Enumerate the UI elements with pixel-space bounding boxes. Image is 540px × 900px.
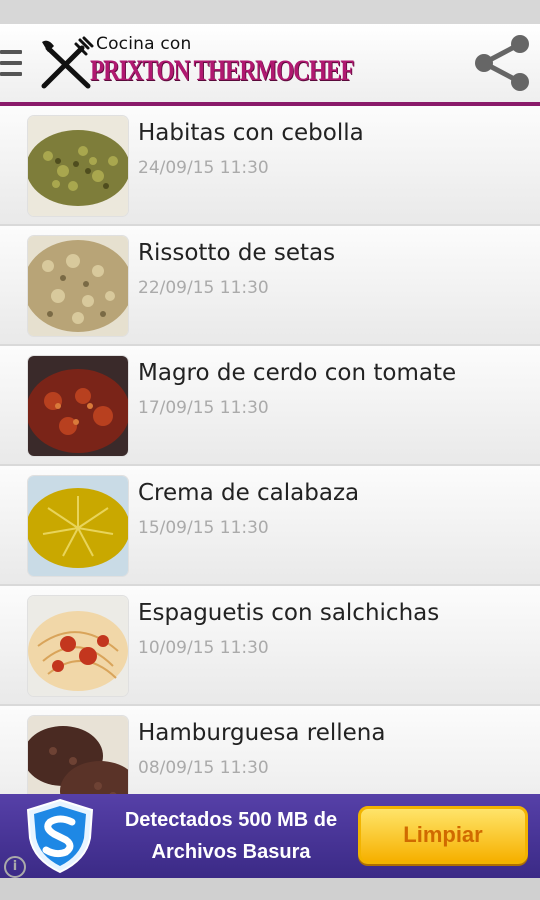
- recipe-title: Crema de calabaza: [138, 480, 360, 506]
- recipe-date: 24/09/15 11:30: [138, 158, 269, 178]
- recipe-date: 10/09/15 11:30: [138, 638, 269, 658]
- recipe-thumbnail: [28, 476, 128, 576]
- ad-message: Detectados 500 MB de Archivos Basura: [124, 809, 338, 863]
- recipe-row[interactable]: Hamburguesa rellena 08/09/15 11:30: [0, 706, 540, 794]
- recipe-title: Rissotto de setas: [138, 240, 336, 266]
- bottom-bar: [0, 878, 540, 900]
- recipe-title: Hamburguesa rellena: [138, 720, 386, 746]
- hamburger-menu-icon[interactable]: [0, 46, 24, 80]
- recipe-thumbnail: [28, 236, 128, 336]
- recipe-row[interactable]: Habitas con cebolla 24/09/15 11:30: [0, 106, 540, 226]
- recipe-thumbnail: [28, 596, 128, 696]
- recipe-date: 08/09/15 11:30: [138, 758, 269, 778]
- logo-line-2: PRIXTON THERMOCHEF: [90, 54, 355, 87]
- recipe-title: Espaguetis con salchichas: [138, 600, 440, 626]
- share-icon[interactable]: [470, 32, 532, 94]
- recipe-date: 17/09/15 11:30: [138, 398, 269, 418]
- shield-s-icon: [26, 798, 94, 874]
- status-bar: [0, 0, 540, 24]
- clean-button[interactable]: Limpiar: [358, 806, 528, 864]
- info-icon[interactable]: i: [4, 856, 26, 878]
- logo-line-1: Cocina con: [96, 34, 192, 54]
- recipe-thumbnail: [28, 116, 128, 216]
- recipe-date: 15/09/15 11:30: [138, 518, 269, 538]
- recipe-thumbnail: [28, 716, 128, 794]
- recipe-title: Habitas con cebolla: [138, 120, 364, 146]
- app-logo: Cocina con PRIXTON THERMOCHEF: [38, 32, 355, 94]
- recipe-row[interactable]: Crema de calabaza 15/09/15 11:30: [0, 466, 540, 586]
- recipe-row[interactable]: Rissotto de setas 22/09/15 11:30: [0, 226, 540, 346]
- recipe-list: Habitas con cebolla 24/09/15 11:30 Risso…: [0, 106, 540, 794]
- fork-knife-icon: [41, 36, 94, 89]
- recipe-row[interactable]: Espaguetis con salchichas 10/09/15 11:30: [0, 586, 540, 706]
- recipe-date: 22/09/15 11:30: [138, 278, 269, 298]
- recipe-thumbnail: [28, 356, 128, 456]
- ad-banner[interactable]: Detectados 500 MB de Archivos Basura Lim…: [0, 794, 540, 878]
- recipe-row[interactable]: Magro de cerdo con tomate 17/09/15 11:30: [0, 346, 540, 466]
- recipe-title: Magro de cerdo con tomate: [138, 360, 457, 386]
